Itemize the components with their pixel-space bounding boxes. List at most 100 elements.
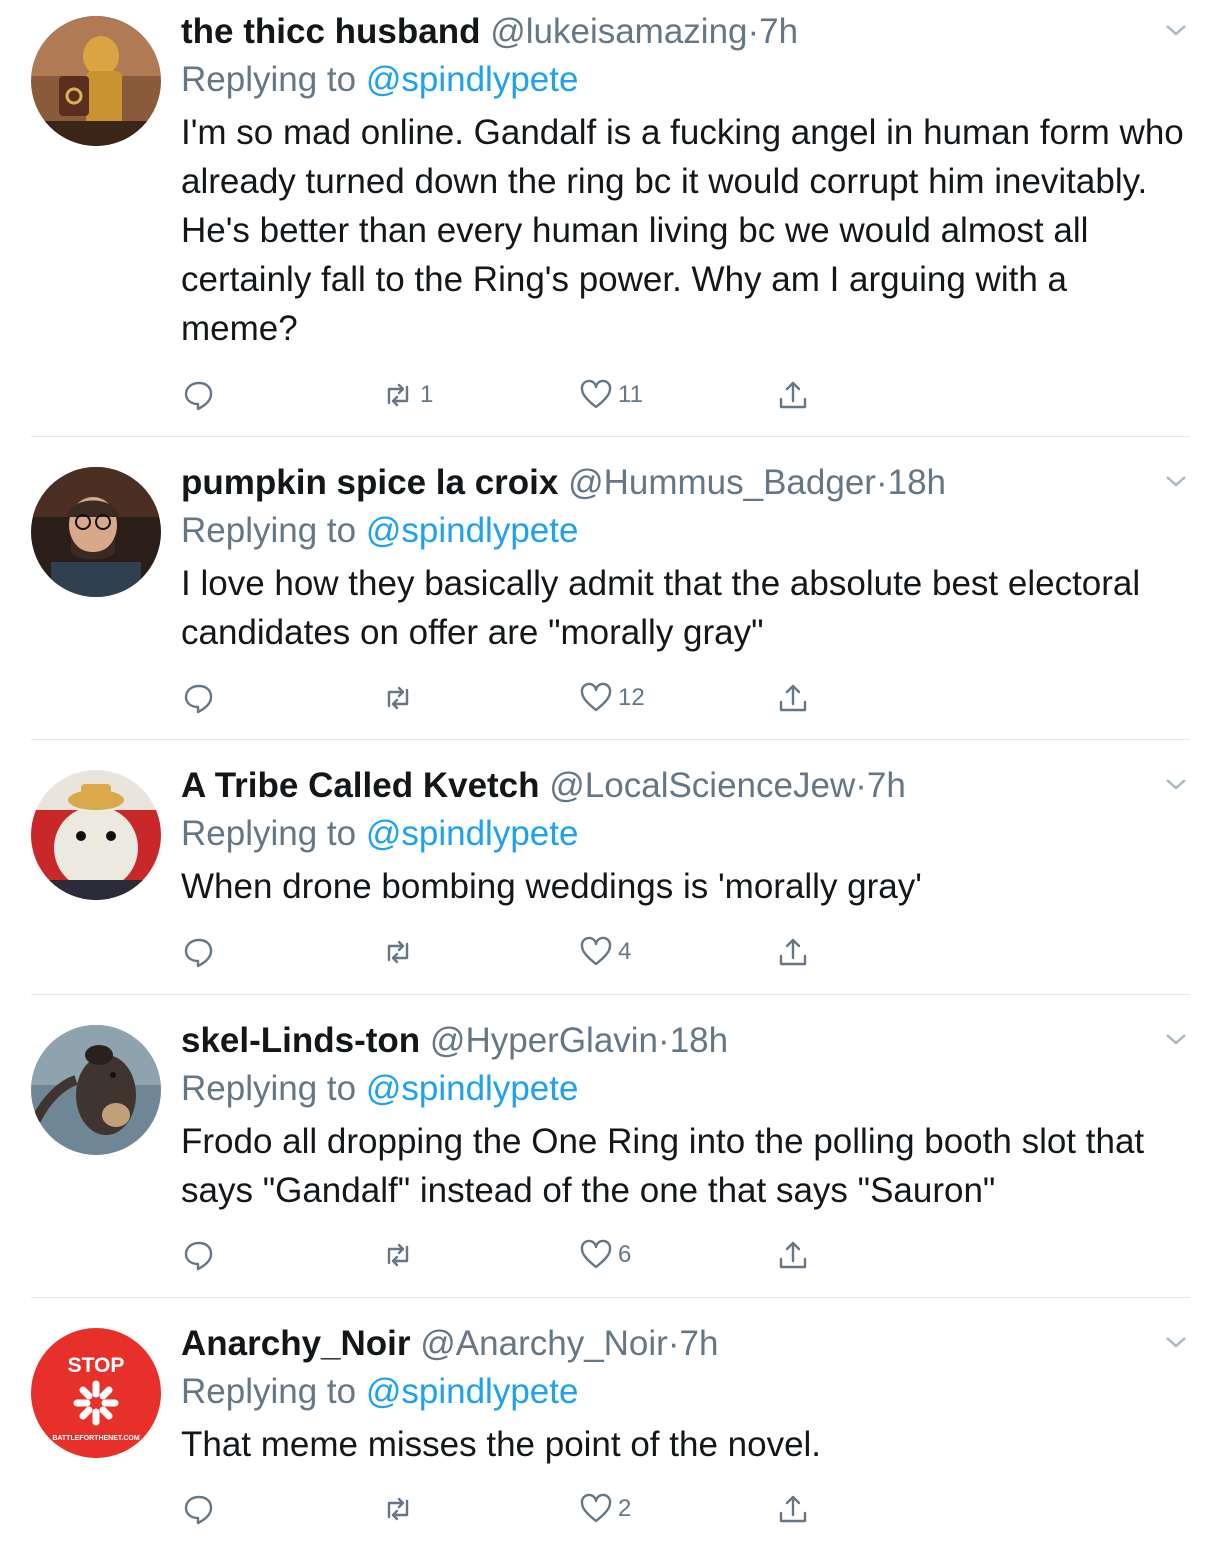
replying-label: Replying to [181, 60, 357, 99]
replying-to: Replying to @spindlypete [181, 1063, 1190, 1115]
like-button[interactable]: 11 [578, 370, 643, 420]
display-name[interactable]: pumpkin spice la croix [181, 463, 558, 502]
reply-icon [184, 938, 213, 968]
avatar[interactable] [31, 770, 161, 900]
avatar-image [31, 467, 161, 597]
reply-button[interactable] [181, 1230, 217, 1280]
reply-icon [184, 1241, 213, 1271]
like-button[interactable]: 2 [578, 1484, 631, 1534]
divider [31, 739, 1190, 740]
reply-button[interactable] [181, 673, 217, 723]
avatar-bottom-text: BATTLEFORTHENET.COM [52, 1435, 140, 1442]
heart-icon [580, 682, 612, 712]
replying-label: Replying to [181, 1069, 357, 1108]
share-icon [779, 684, 807, 712]
retweet-icon [387, 1243, 409, 1267]
replying-to: Replying to @spindlypete [181, 808, 1190, 860]
retweet-icon [387, 383, 409, 407]
replying-label: Replying to [181, 1372, 357, 1411]
heart-icon [580, 379, 612, 409]
retweet-icon [387, 1497, 409, 1521]
like-button[interactable]: 4 [578, 927, 631, 977]
like-button[interactable]: 6 [578, 1230, 631, 1280]
timestamp[interactable]: 7h [759, 12, 798, 51]
avatar[interactable] [31, 16, 161, 146]
retweet-button[interactable] [380, 673, 420, 723]
avatar-image: STOP BATTLEFORTHENET.COM [31, 1328, 161, 1458]
user-handle[interactable]: @lukeisamazing [490, 12, 747, 51]
separator-dot: · [855, 766, 867, 805]
reply-icon [184, 381, 213, 411]
mention-link[interactable]: @spindlypete [366, 814, 579, 853]
reply-button[interactable] [181, 1484, 217, 1534]
timestamp[interactable]: 7h [680, 1324, 719, 1363]
heart-icon [580, 1493, 612, 1523]
share-button[interactable] [775, 1230, 811, 1280]
reply-button[interactable] [181, 370, 217, 420]
like-button[interactable]: 12 [578, 673, 645, 723]
divider [31, 436, 1190, 437]
share-button[interactable] [775, 927, 811, 977]
retweet-icon [387, 686, 409, 710]
like-count: 6 [618, 1241, 632, 1268]
separator-dot: · [658, 1021, 670, 1060]
timestamp[interactable]: 18h [888, 463, 946, 502]
avatar[interactable]: STOP BATTLEFORTHENET.COM [31, 1328, 161, 1458]
share-icon [779, 381, 807, 409]
share-button[interactable] [775, 370, 811, 420]
tweet-text: That meme misses the point of the novel. [181, 1425, 822, 1464]
mention-link[interactable]: @spindlypete [366, 1069, 579, 1108]
chevron-down-icon[interactable] [1162, 1328, 1190, 1356]
tweet-text: I'm so mad online. Gandalf is a fucking … [181, 113, 1184, 348]
chevron-down-icon[interactable] [1162, 1025, 1190, 1053]
avatar[interactable] [31, 467, 161, 597]
replying-to: Replying to @spindlypete [181, 1366, 1190, 1418]
user-handle[interactable]: @HyperGlavin [430, 1021, 658, 1060]
timestamp[interactable]: 18h [670, 1021, 728, 1060]
heart-icon [580, 1239, 612, 1269]
mention-link[interactable]: @spindlypete [366, 511, 579, 550]
user-handle[interactable]: @LocalScienceJew [549, 766, 855, 805]
avatar-image [31, 16, 161, 146]
separator-dot: · [875, 463, 888, 502]
mention-link[interactable]: @spindlypete [366, 1372, 579, 1411]
replying-label: Replying to [181, 511, 357, 550]
share-icon [779, 1495, 807, 1523]
chevron-down-icon[interactable] [1162, 467, 1190, 495]
separator-dot: · [747, 12, 760, 51]
display-name[interactable]: A Tribe Called Kvetch [181, 766, 540, 805]
tweet-text: When drone bombing weddings is 'morally … [181, 867, 922, 906]
display-name[interactable]: skel-Linds-ton [181, 1021, 420, 1060]
replying-label: Replying to [181, 814, 357, 853]
divider [31, 994, 1190, 995]
avatar-image [31, 770, 161, 900]
divider [31, 1297, 1190, 1298]
like-count: 2 [618, 1495, 632, 1522]
avatar[interactable] [31, 1025, 161, 1155]
share-button[interactable] [775, 1484, 811, 1534]
reply-button[interactable] [181, 927, 217, 977]
user-handle[interactable]: @Hummus_Badger [568, 463, 876, 502]
like-count: 4 [618, 938, 632, 965]
mention-link[interactable]: @spindlypete [366, 60, 579, 99]
retweet-button[interactable]: 1 [380, 370, 433, 420]
display-name[interactable]: the thicc husband [181, 12, 480, 51]
user-handle[interactable]: @Anarchy_Noir [420, 1324, 668, 1363]
chevron-down-icon[interactable] [1162, 16, 1190, 44]
reply-icon [184, 684, 213, 714]
retweet-button[interactable] [380, 927, 420, 977]
display-name[interactable]: Anarchy_Noir [181, 1324, 411, 1363]
tweet-text: I love how they basically admit that the… [181, 564, 1141, 652]
share-icon [779, 1241, 807, 1269]
retweet-count: 1 [420, 381, 434, 408]
share-button[interactable] [775, 673, 811, 723]
tweet-text: Frodo all dropping the One Ring into the… [181, 1122, 1145, 1210]
retweet-button[interactable] [380, 1230, 420, 1280]
heart-icon [580, 936, 612, 966]
retweet-button[interactable] [380, 1484, 420, 1534]
chevron-down-icon[interactable] [1162, 770, 1190, 798]
retweet-icon [387, 940, 409, 964]
separator-dot: · [667, 1324, 680, 1363]
timestamp[interactable]: 7h [867, 766, 906, 805]
avatar-image [31, 1025, 161, 1155]
